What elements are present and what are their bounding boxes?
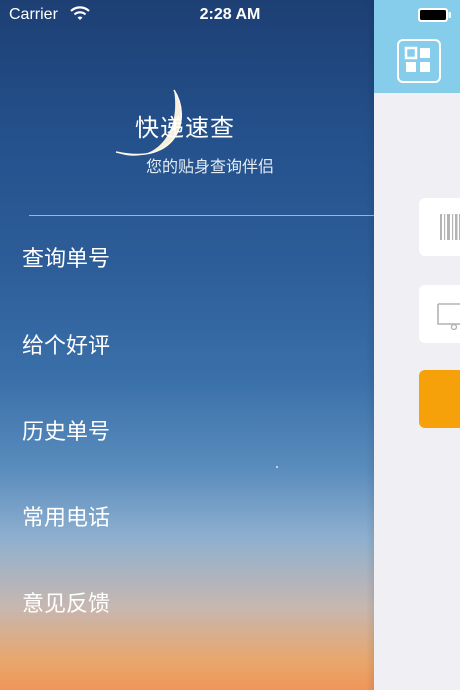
menu-item-phone-numbers[interactable]: 常用电话 [0,489,374,549]
main-panel [374,0,460,690]
grid-menu-icon [404,46,430,72]
courier-company-field[interactable] [419,285,460,343]
app-subtitle: 您的贴身查询伴侣 [145,157,274,176]
package-icon [437,303,460,330]
barcode-icon[interactable] [440,214,460,240]
menu-item-feedback[interactable]: 意见反馈 [0,575,374,635]
menu-toggle-button[interactable] [397,39,441,83]
side-menu-panel: 快递速查 您的贴身查询伴侣 查询单号 给个好评 历史单号 常用电话 意见反馈 [0,0,374,690]
panel-shadow [366,0,374,690]
query-button[interactable] [419,370,460,428]
battery-icon [418,8,451,22]
menu-item-query-number[interactable]: 查询单号 [0,230,374,290]
app-title: 快递速查 [135,114,235,142]
star-sparkle [276,466,278,468]
status-bar: Carrier 2:28 AM [0,0,460,30]
status-time: 2:28 AM [199,6,261,23]
tracking-number-field[interactable] [419,198,460,256]
menu-divider [29,215,374,216]
menu-item-history[interactable]: 历史单号 [0,403,374,463]
menu-item-rate-app[interactable]: 给个好评 [0,317,374,377]
